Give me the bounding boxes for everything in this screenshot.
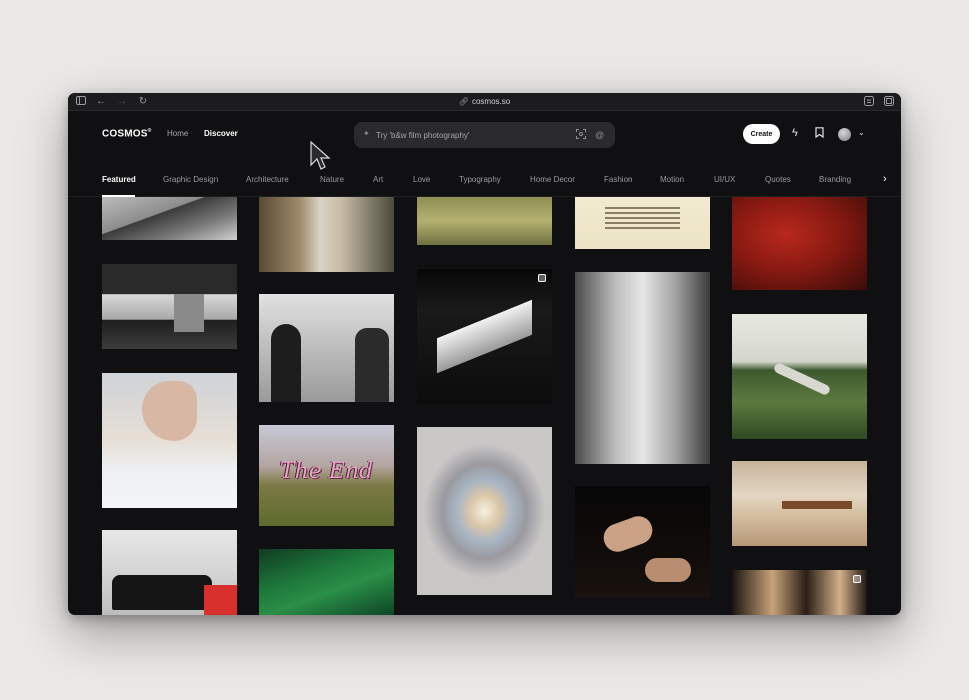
image-detail (782, 501, 852, 509)
logo-text: COSMOS (102, 128, 148, 140)
tab-featured[interactable]: Featured (102, 175, 136, 184)
image-detail (271, 324, 301, 402)
tab-ui-ux[interactable]: UI/UX (714, 175, 735, 184)
image-tile[interactable] (102, 264, 237, 349)
chevron-down-icon[interactable]: ⌄ (858, 128, 865, 137)
chevron-right-icon[interactable]: › (883, 173, 887, 185)
tab-quotes[interactable]: Quotes (765, 175, 791, 184)
image-tile[interactable] (417, 197, 552, 245)
image-tile[interactable] (259, 197, 394, 272)
tab-home-decor[interactable]: Home Decor (530, 175, 575, 184)
image-tile[interactable] (732, 461, 867, 546)
mouse-cursor-icon (310, 141, 331, 170)
image-tile[interactable] (417, 427, 552, 595)
browser-toolbar: ← → ↻ 🔗︎ cosmos.so (68, 93, 901, 111)
image-tile[interactable]: The End (259, 425, 394, 526)
image-tile[interactable] (732, 197, 867, 290)
tab-branding[interactable]: Branding (819, 175, 851, 184)
tabs-icon[interactable] (883, 96, 895, 108)
nav-discover[interactable]: Discover (204, 129, 238, 138)
bookmark-icon[interactable] (815, 127, 824, 141)
address-bar[interactable]: 🔗︎ cosmos.so (68, 96, 901, 108)
tab-typography[interactable]: Typography (459, 175, 501, 184)
image-grid: The End (68, 197, 901, 615)
url-text: cosmos.so (471, 97, 511, 106)
image-tile[interactable] (417, 269, 552, 404)
image-tile[interactable] (575, 197, 710, 249)
image-detail (437, 299, 532, 374)
browser-window: ← → ↻ 🔗︎ cosmos.so COSMOS® Home Discover … (68, 93, 901, 615)
image-tile[interactable] (575, 486, 710, 598)
site-header: COSMOS® Home Discover ✦ @ Create ϟ ⌄ (68, 111, 901, 161)
at-sign-icon[interactable]: @ (595, 129, 604, 141)
image-tile[interactable] (102, 197, 237, 240)
image-tile[interactable] (732, 314, 867, 439)
tab-fashion[interactable]: Fashion (604, 175, 632, 184)
collection-badge-icon (538, 274, 546, 282)
image-tile[interactable] (102, 373, 237, 508)
image-tile[interactable] (259, 549, 394, 615)
image-detail (112, 575, 212, 610)
cosmos-logo[interactable]: COSMOS® (102, 128, 152, 139)
image-detail (605, 207, 680, 209)
sparkle-icon: ✦ (363, 129, 370, 138)
tab-art[interactable]: Art (373, 175, 383, 184)
image-tile[interactable] (732, 570, 867, 615)
image-tile[interactable] (575, 272, 710, 464)
tab-nature[interactable]: Nature (320, 175, 344, 184)
image-tile[interactable] (259, 294, 394, 402)
image-detail (142, 381, 197, 441)
image-detail (645, 558, 691, 582)
image-detail (599, 512, 657, 556)
nav-home[interactable]: Home (167, 129, 188, 138)
link-icon: 🔗︎ (458, 97, 469, 106)
tab-architecture[interactable]: Architecture (246, 175, 289, 184)
search-input[interactable] (376, 128, 566, 142)
image-detail (772, 361, 832, 397)
the-end-text: The End (279, 459, 374, 484)
image-tile[interactable] (102, 530, 237, 615)
image-detail (174, 294, 204, 332)
logo-mark: ® (147, 128, 152, 134)
tab-graphic-design[interactable]: Graphic Design (163, 175, 218, 184)
image-detail (355, 328, 389, 402)
image-detail (204, 585, 237, 615)
tab-motion[interactable]: Motion (660, 175, 684, 184)
image-search-icon[interactable] (576, 129, 586, 142)
tab-love[interactable]: Love (413, 175, 430, 184)
lightning-icon[interactable]: ϟ (792, 127, 798, 139)
category-tabs: Featured Graphic Design Architecture Nat… (68, 167, 901, 197)
create-button[interactable]: Create (743, 124, 780, 144)
share-icon[interactable] (863, 96, 875, 108)
avatar[interactable] (838, 128, 851, 141)
search-bar[interactable]: ✦ @ (354, 122, 615, 148)
collection-badge-icon (853, 575, 861, 583)
